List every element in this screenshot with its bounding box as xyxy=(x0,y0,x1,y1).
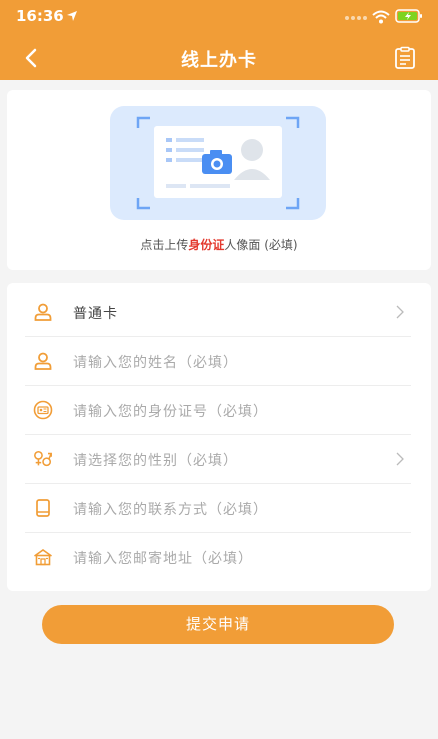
location-arrow-icon xyxy=(67,11,77,21)
page-title: 线上办卡 xyxy=(181,50,257,71)
battery-icon xyxy=(395,9,422,23)
id-card-icon xyxy=(33,400,53,420)
upload-hint-highlight: 身份证 xyxy=(188,238,225,252)
upload-hint-prefix: 点击上传 xyxy=(140,238,189,252)
gender-selector[interactable]: 请选择您的性别（必填） xyxy=(25,435,411,484)
card-type-label: 普通卡 xyxy=(73,306,118,322)
signal-icon xyxy=(345,16,367,20)
status-time: 16:36 xyxy=(16,7,64,25)
gender-icon xyxy=(34,450,52,467)
name-placeholder: 请输入您的姓名（必填） xyxy=(73,355,238,371)
card-type-selector[interactable]: 普通卡 xyxy=(25,288,411,337)
header-bar: 16:36 线上办卡 xyxy=(0,0,438,80)
application-form: 普通卡 请输入您的姓名（必填） 请输入您的身份证号（必填） 请选择您的性别（必填… xyxy=(7,283,431,591)
id-number-field[interactable]: 请输入您的身份证号（必填） xyxy=(25,386,411,435)
user-icon xyxy=(34,303,52,321)
upload-hint-suffix: 人像面 (必填) xyxy=(224,238,298,252)
house-icon xyxy=(34,549,52,566)
clipboard-icon[interactable] xyxy=(393,46,417,70)
id-upload-card: 点击上传身份证人像面 (必填) xyxy=(7,90,431,270)
address-field[interactable]: 请输入您邮寄地址（必填） xyxy=(25,533,411,582)
status-bar: 16:36 xyxy=(0,0,438,34)
chevron-right-icon xyxy=(396,305,404,319)
chevron-right-icon xyxy=(396,452,404,466)
phone-field[interactable]: 请输入您的联系方式（必填） xyxy=(25,484,411,533)
address-placeholder: 请输入您邮寄地址（必填） xyxy=(73,551,253,567)
submit-button[interactable]: 提交申请 xyxy=(42,605,394,644)
upload-hint: 点击上传身份证人像面 (必填) xyxy=(7,236,431,253)
user-icon xyxy=(34,352,52,370)
id-number-placeholder: 请输入您的身份证号（必填） xyxy=(73,404,268,420)
wifi-icon xyxy=(372,10,390,24)
phone-icon xyxy=(36,499,50,517)
nav-bar: 线上办卡 xyxy=(0,36,438,80)
id-card-upload-area[interactable] xyxy=(110,106,326,220)
phone-placeholder: 请输入您的联系方式（必填） xyxy=(73,502,268,518)
name-field[interactable]: 请输入您的姓名（必填） xyxy=(25,337,411,386)
gender-placeholder: 请选择您的性别（必填） xyxy=(73,453,238,469)
id-card-illustration-icon xyxy=(136,116,300,210)
